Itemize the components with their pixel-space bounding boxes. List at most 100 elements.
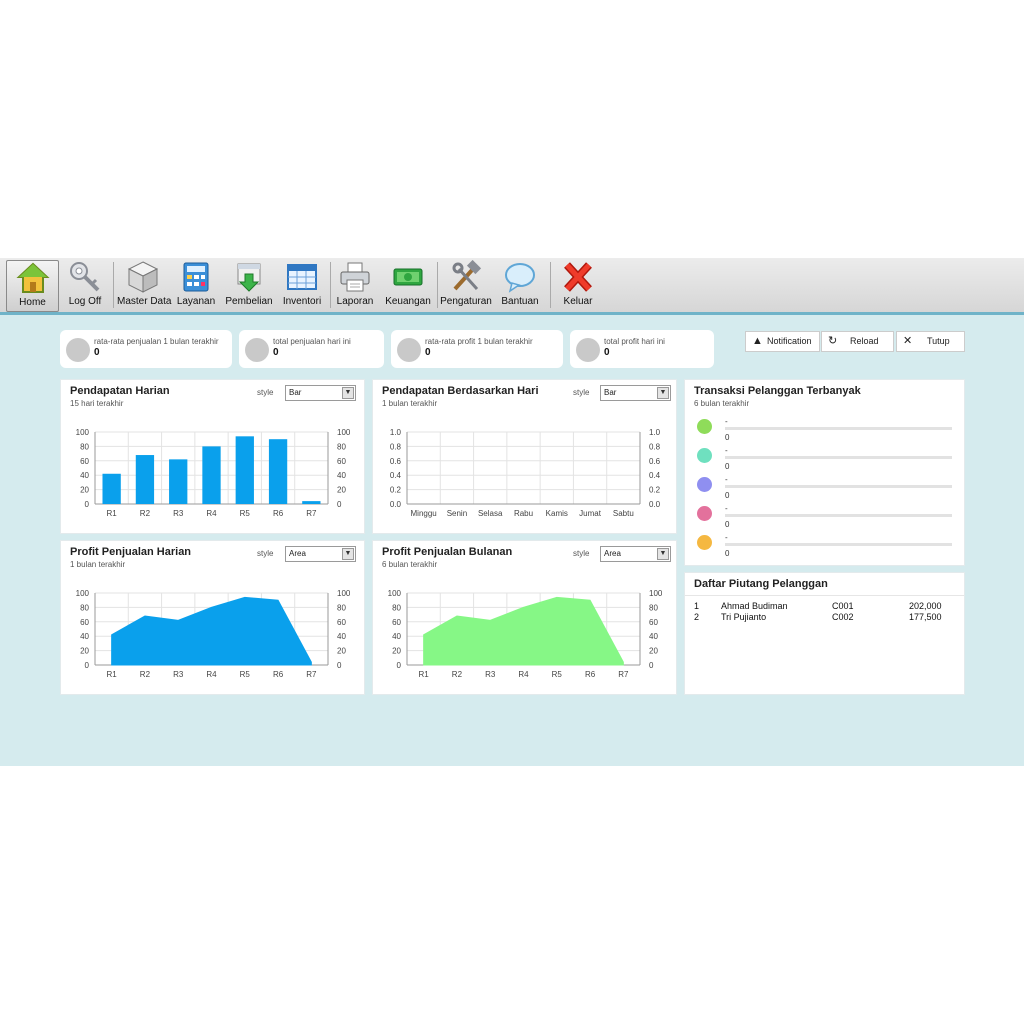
stat-caption: total penjualan hari ini <box>273 337 351 346</box>
bar <box>235 436 254 504</box>
receivable-row[interactable]: 1 Ahmad Budiman C001 202,000 <box>694 601 954 612</box>
x-tick-label: R5 <box>552 670 563 679</box>
daily-profit-panel: Profit Penjualan Harian 1 bulan terakhir… <box>60 540 365 695</box>
bar <box>169 459 188 504</box>
bar <box>102 473 121 504</box>
toolbar-layanan-button[interactable]: Layanan <box>174 260 218 310</box>
money-icon <box>393 268 423 286</box>
notification-button[interactable]: ▲ Notification <box>745 331 820 352</box>
x-tick-label: R5 <box>240 670 251 679</box>
y-tick-label: 100 <box>388 589 402 598</box>
y-tick-label: 0.8 <box>390 442 402 451</box>
app-window: Home Log Off Master Data Layanan Pembeli… <box>0 258 1024 766</box>
panel-subtitle: 6 bulan terakhir <box>694 399 750 408</box>
row-number: 2 <box>694 612 700 622</box>
toolbar-pengaturan-button[interactable]: Pengaturan <box>440 260 492 310</box>
y2-tick-label: 0 <box>337 661 342 670</box>
customer-count: 0 <box>725 549 730 558</box>
y-tick-label: 0 <box>85 500 90 509</box>
toolbar-label: Home <box>19 297 46 308</box>
toolbar-separator <box>437 262 438 308</box>
amount: 177,500 <box>909 612 942 622</box>
y-tick-label: 80 <box>80 442 89 451</box>
daily-revenue-chart: 0 0 20 20 40 40 60 60 80 80 100 100 R1 R2 R3 R4 R5 R6 R7 <box>76 428 351 518</box>
x-tick-label: R6 <box>273 670 284 679</box>
customer-progress-bar <box>725 456 952 459</box>
x-tick-label: R3 <box>173 509 184 518</box>
home-icon <box>15 262 50 293</box>
toolbar-laporan-button[interactable]: Laporan <box>334 260 376 310</box>
key-icon <box>70 262 100 292</box>
toolbar-logoff-button[interactable]: Log Off <box>62 260 108 310</box>
bell-icon: ▲ <box>752 335 763 347</box>
amount: 202,000 <box>909 601 942 611</box>
daily-profit-chart: 0 0 20 20 40 40 60 60 80 80 100 100 R1 R2 R3 R4 R5 R6 R7 <box>76 589 351 679</box>
monthly-profit-chart: 0 0 20 20 40 40 60 60 80 80 100 100 R1 R2 R3 R4 R5 R6 R7 <box>388 589 663 679</box>
customer-count: 0 <box>725 462 730 471</box>
toolbar-bantuan-button[interactable]: Bantuan <box>498 260 542 310</box>
x-tick-label: R3 <box>173 670 184 679</box>
toolbar-home-button[interactable]: Home <box>6 260 59 312</box>
x-tick-label: Minggu <box>411 509 437 518</box>
x-tick-label: R6 <box>273 509 284 518</box>
toolbar-label: Keluar <box>563 296 593 307</box>
stat-card-avg-sales: rata-rata penjualan 1 bulan terakhir 0 <box>60 330 232 368</box>
stat-card-today-sales: total penjualan hari ini 0 <box>239 330 384 368</box>
x-tick-label: Senin <box>447 509 467 518</box>
close-icon: ✕ <box>903 335 913 347</box>
customer-name: - <box>725 417 728 426</box>
toolbar-keuangan-button[interactable]: Keuangan <box>383 260 433 310</box>
speech-bubble-icon <box>505 263 535 293</box>
close-x-icon <box>564 262 592 292</box>
toolbar-keluar-button[interactable]: Keluar <box>556 260 600 310</box>
x-tick-label: R2 <box>140 670 151 679</box>
customer-row: - 0 <box>697 417 955 446</box>
toolbar-label: Master Data <box>117 296 172 307</box>
y-tick-label: 100 <box>76 428 90 437</box>
toolbar-pembelian-button[interactable]: Pembelian <box>224 260 274 310</box>
panel-title: Daftar Piutang Pelanggan <box>694 578 828 590</box>
y-tick-label: 100 <box>76 589 90 598</box>
receivable-row[interactable]: 2 Tri Pujianto C002 177,500 <box>694 612 954 623</box>
y-tick-label: 0 <box>85 661 90 670</box>
y2-tick-label: 0 <box>337 500 342 509</box>
notification-label: Notification <box>767 336 812 346</box>
y-tick-label: 0.0 <box>390 500 402 509</box>
y-tick-label: 0.4 <box>390 471 402 480</box>
x-tick-label: R7 <box>306 509 317 518</box>
customer-code: C002 <box>832 612 854 622</box>
monthly-profit-panel: Profit Penjualan Bulanan 6 bulan terakhi… <box>372 540 677 695</box>
customer-name: - <box>725 446 728 455</box>
y2-tick-label: 0 <box>649 661 654 670</box>
toolbar-inventori-button[interactable]: Inventori <box>278 260 326 310</box>
y2-tick-label: 80 <box>337 442 346 451</box>
printer-icon <box>340 262 370 292</box>
y2-tick-label: 40 <box>337 632 346 641</box>
customer-row: - 0 <box>697 533 955 562</box>
calculator-icon <box>183 262 209 292</box>
y2-tick-label: 60 <box>337 618 346 627</box>
toolbar-master-data-button[interactable]: Master Data <box>117 260 172 310</box>
bar <box>135 455 155 504</box>
y2-tick-label: 80 <box>337 603 346 612</box>
stat-value: 0 <box>94 347 100 358</box>
bar <box>202 446 221 504</box>
bar <box>268 439 288 504</box>
reload-button[interactable]: ↻ Reload <box>821 331 894 352</box>
customer-color-dot <box>697 477 712 492</box>
customer-progress-bar <box>725 485 952 488</box>
x-tick-label: R4 <box>518 670 529 679</box>
x-tick-label: R1 <box>419 670 430 679</box>
x-tick-label: Sabtu <box>613 509 634 518</box>
toolbar-label: Laporan <box>336 296 374 307</box>
customer-name: - <box>725 504 728 513</box>
x-tick-label: R7 <box>618 670 629 679</box>
building-icon <box>576 338 600 362</box>
y-tick-label: 60 <box>392 618 401 627</box>
y2-tick-label: 0.0 <box>649 500 661 509</box>
customer-name: Tri Pujianto <box>721 612 767 622</box>
y2-tick-label: 60 <box>649 618 658 627</box>
y-tick-label: 0.2 <box>390 486 402 495</box>
customer-name: - <box>725 475 728 484</box>
close-button[interactable]: ✕ Tutup <box>896 331 965 352</box>
